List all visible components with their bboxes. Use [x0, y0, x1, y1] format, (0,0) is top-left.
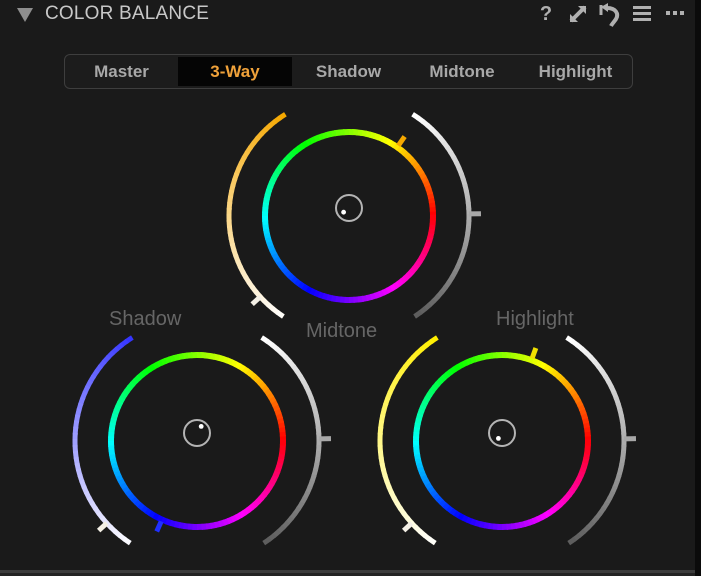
highlight-saturation-arc-segment[interactable]	[427, 536, 437, 546]
highlight-puck-ring[interactable]	[488, 419, 516, 447]
shadow-saturation-handle[interactable]	[96, 521, 109, 533]
shadow-puck-ring[interactable]	[183, 419, 211, 447]
midtone-saturation-arc-segment[interactable]	[275, 310, 285, 319]
highlight-saturation-handle[interactable]	[401, 521, 414, 533]
highlight-luminance-arc-segment[interactable]	[567, 536, 577, 546]
shadow-saturation-arc-segment[interactable]	[122, 536, 132, 546]
midtone-puck-dot[interactable]	[341, 209, 346, 215]
shadow-luminance-arc-segment[interactable]	[262, 536, 272, 546]
highlight-puck-dot[interactable]	[496, 436, 501, 441]
highlight-hue-marker[interactable]	[529, 347, 539, 360]
shadow-puck-dot[interactable]	[198, 424, 204, 429]
midtone-saturation-handle[interactable]	[250, 294, 262, 307]
color-balance-panel: COLOR BALANCE ? Master 3-Way Shadow Midt…	[0, 0, 695, 570]
midtone-luminance-arc-segment[interactable]	[413, 310, 423, 319]
midtone-hue-marker[interactable]	[396, 135, 407, 147]
shadow-hue-marker[interactable]	[154, 520, 164, 533]
color-wheels-canvas	[72, 112, 637, 546]
midtone-puck-ring[interactable]	[335, 194, 363, 222]
window-edge	[695, 0, 701, 576]
